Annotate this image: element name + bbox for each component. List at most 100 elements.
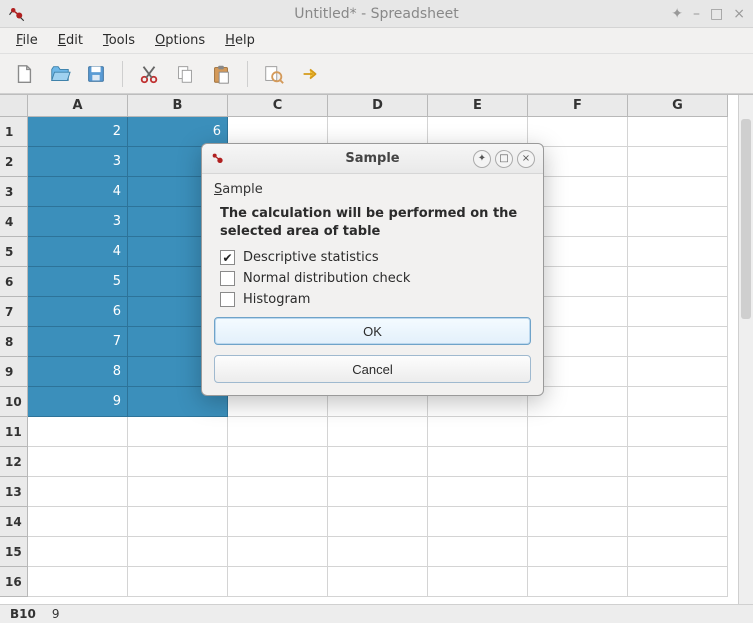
dialog-close-icon[interactable]: × [517,150,535,168]
row-header[interactable]: 7 [0,297,28,327]
column-header[interactable]: C [228,95,328,117]
cell[interactable] [628,447,728,477]
cell[interactable] [528,477,628,507]
row-header[interactable]: 16 [0,567,28,597]
row-header[interactable]: 14 [0,507,28,537]
cell[interactable] [328,567,428,597]
minimize-icon[interactable]: – [693,6,700,22]
cell[interactable] [628,567,728,597]
cell[interactable] [128,417,228,447]
row-header[interactable]: 9 [0,357,28,387]
vertical-scrollbar[interactable] [738,95,753,604]
cell[interactable] [228,567,328,597]
cell[interactable] [428,447,528,477]
cell[interactable] [228,507,328,537]
cell[interactable] [628,477,728,507]
cell[interactable] [628,327,728,357]
checkbox-descriptive-row[interactable]: ✔ Descriptive statistics [220,250,531,265]
cell[interactable] [28,447,128,477]
cell[interactable] [28,567,128,597]
row-header[interactable]: 11 [0,417,28,447]
cell[interactable] [528,537,628,567]
cell[interactable] [228,447,328,477]
cell[interactable] [628,237,728,267]
cell[interactable]: 3 [28,147,128,177]
column-header[interactable]: D [328,95,428,117]
close-icon[interactable]: × [733,6,745,22]
cell[interactable] [128,447,228,477]
cut-button[interactable] [135,60,163,88]
cell[interactable] [428,537,528,567]
cell[interactable] [428,567,528,597]
copy-button[interactable] [171,60,199,88]
cell[interactable] [528,417,628,447]
cell[interactable] [628,147,728,177]
open-file-button[interactable] [46,60,74,88]
row-header[interactable]: 4 [0,207,28,237]
cell[interactable] [28,477,128,507]
cell[interactable] [628,117,728,147]
cell[interactable] [328,537,428,567]
menu-edit[interactable]: Edit [50,31,91,50]
cell[interactable] [328,417,428,447]
cell[interactable] [628,387,728,417]
cell[interactable] [228,537,328,567]
pin-icon[interactable]: ✦ [671,6,683,22]
cell[interactable] [528,567,628,597]
cell[interactable] [128,507,228,537]
select-all-corner[interactable] [0,95,28,117]
column-header[interactable]: B [128,95,228,117]
cell[interactable] [628,297,728,327]
cell[interactable] [428,477,528,507]
row-header[interactable]: 5 [0,237,28,267]
row-header[interactable]: 2 [0,147,28,177]
dialog-pin-icon[interactable]: ✦ [473,150,491,168]
paste-button[interactable] [207,60,235,88]
cell[interactable] [328,477,428,507]
cell[interactable] [328,507,428,537]
row-header[interactable]: 12 [0,447,28,477]
checkbox-descriptive[interactable]: ✔ [220,250,235,265]
row-header[interactable]: 15 [0,537,28,567]
cell[interactable] [628,267,728,297]
cell[interactable]: 2 [28,117,128,147]
checkbox-normal-row[interactable]: Normal distribution check [220,271,531,286]
cell[interactable] [628,417,728,447]
cell[interactable] [628,357,728,387]
cell[interactable] [128,477,228,507]
row-header[interactable]: 6 [0,267,28,297]
row-header[interactable]: 10 [0,387,28,417]
cell[interactable]: 5 [28,267,128,297]
row-header[interactable]: 1 [0,117,28,147]
cell[interactable] [628,537,728,567]
cell[interactable] [528,447,628,477]
column-header[interactable]: A [28,95,128,117]
save-file-button[interactable] [82,60,110,88]
cell[interactable] [128,537,228,567]
menu-options[interactable]: Options [147,31,213,50]
ok-button[interactable]: OK [214,317,531,345]
cancel-button[interactable]: Cancel [214,355,531,383]
row-header[interactable]: 3 [0,177,28,207]
cell[interactable]: 6 [28,297,128,327]
new-file-button[interactable] [10,60,38,88]
cell[interactable] [128,567,228,597]
cell[interactable] [628,507,728,537]
menu-help[interactable]: Help [217,31,263,50]
next-button[interactable] [296,60,324,88]
cell[interactable] [428,417,528,447]
checkbox-histogram[interactable] [220,292,235,307]
column-header[interactable]: F [528,95,628,117]
cell[interactable] [28,507,128,537]
cell[interactable]: 3 [28,207,128,237]
column-header[interactable]: G [628,95,728,117]
find-button[interactable] [260,60,288,88]
cell[interactable] [628,207,728,237]
checkbox-histogram-row[interactable]: Histogram [220,292,531,307]
row-header[interactable]: 8 [0,327,28,357]
cell[interactable] [528,117,628,147]
maximize-icon[interactable]: □ [710,6,723,22]
cell[interactable]: 7 [28,327,128,357]
dialog-titlebar[interactable]: Sample ✦ □ × [202,144,543,174]
cell[interactable] [328,447,428,477]
